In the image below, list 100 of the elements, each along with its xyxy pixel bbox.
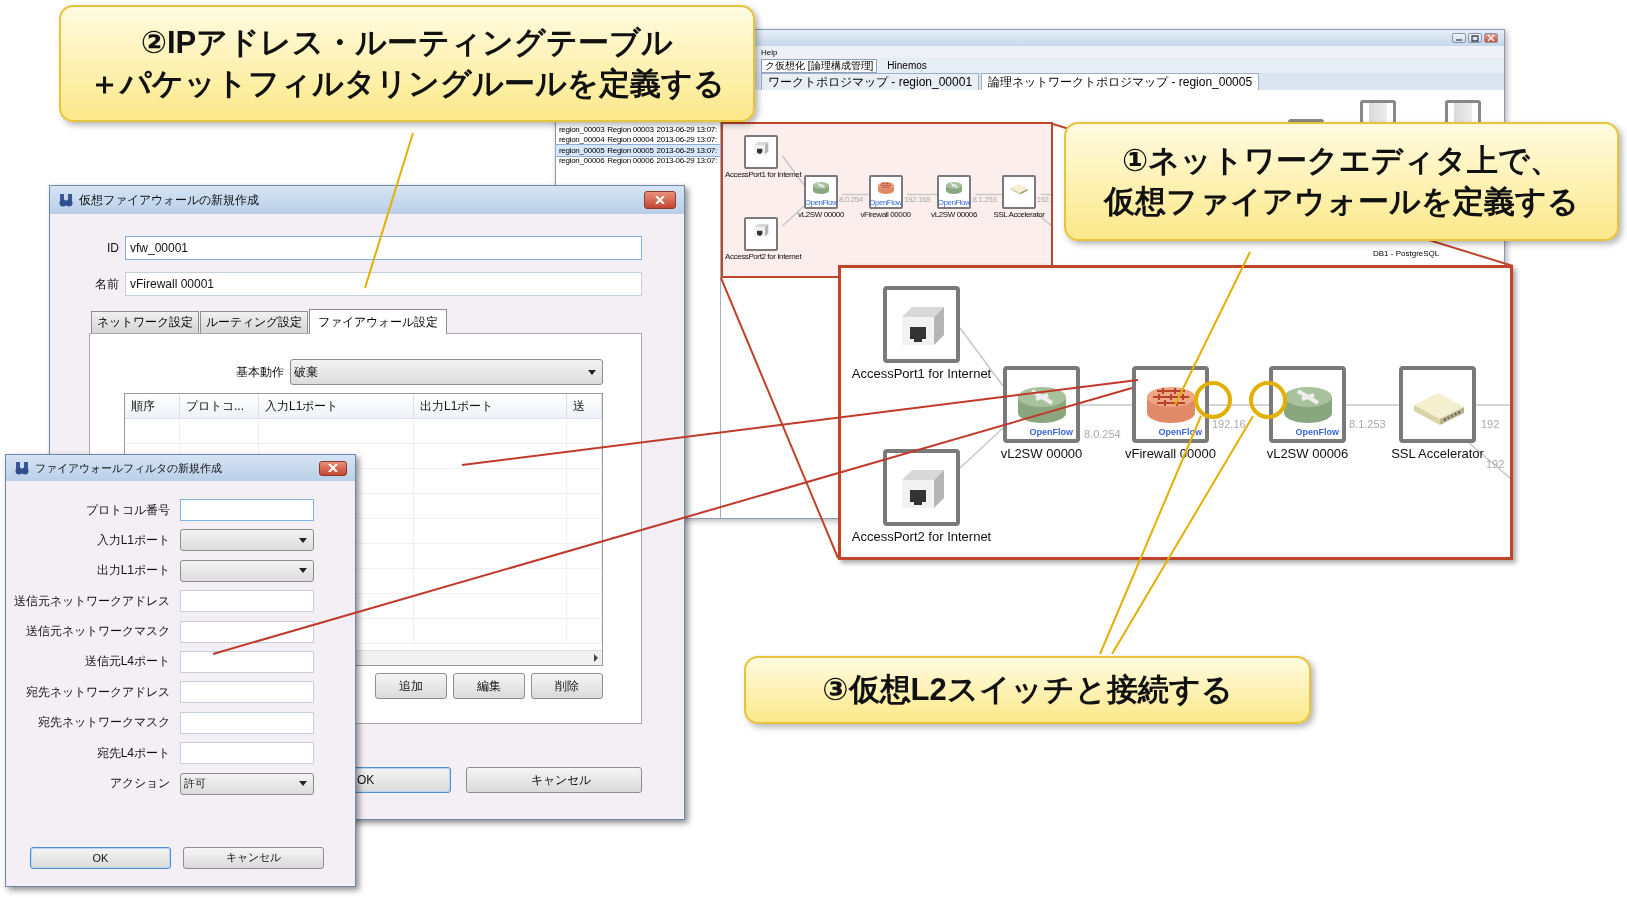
ip-address-label: 192.168 bbox=[904, 195, 931, 204]
dropdown[interactable] bbox=[180, 559, 314, 582]
table-cell: 2013-06-29 13:07: bbox=[656, 135, 717, 145]
field-label: ID bbox=[106, 241, 119, 255]
ip-address-label: 8.1.253 bbox=[972, 195, 997, 204]
editor-tab[interactable]: 論理ネットワークトポロジマップ - region_00005 bbox=[981, 73, 1260, 90]
cancel-button[interactable]: キャンセル bbox=[183, 846, 324, 869]
text-field[interactable] bbox=[180, 499, 314, 521]
field-label: 名前 bbox=[94, 275, 119, 293]
field-label: 送信元ネットワークアドレス bbox=[13, 592, 170, 610]
selected-table-row[interactable]: region_00005 Region 00005 2013-06-29 13:07: bbox=[556, 145, 720, 156]
dropdown[interactable] bbox=[180, 529, 314, 552]
column-header[interactable]: 送 bbox=[567, 394, 602, 419]
dropdown[interactable]: 破棄 bbox=[290, 359, 603, 385]
perspective-button[interactable]: ク仮想化 [論理構成管理] bbox=[761, 58, 878, 73]
table-action-button[interactable]: 追加 bbox=[375, 673, 447, 699]
caret-icon bbox=[588, 369, 596, 375]
table-cell: 2013-06-29 13:07: bbox=[656, 145, 717, 155]
field-label: アクション bbox=[109, 775, 170, 792]
caret-icon bbox=[299, 781, 307, 786]
field-label: 出力L1ポート bbox=[95, 562, 170, 580]
table-cell: Region 00003 bbox=[607, 124, 654, 134]
table-cell: Region 00004 bbox=[607, 135, 654, 145]
table-cell: Region 00005 bbox=[607, 145, 654, 155]
table-cell: region_00006 bbox=[559, 156, 605, 166]
close-icon bbox=[1486, 34, 1496, 42]
text-field[interactable] bbox=[180, 681, 314, 704]
tab[interactable]: ルーティング設定 bbox=[200, 311, 308, 333]
table-action-button[interactable]: 削除 bbox=[531, 673, 603, 699]
maximize-icon bbox=[1470, 34, 1480, 42]
close-button[interactable] bbox=[644, 191, 676, 209]
field-label: 宛先ネットワークマスク bbox=[37, 714, 170, 732]
binoculars-icon bbox=[58, 193, 74, 207]
minimize-button[interactable] bbox=[1452, 33, 1466, 43]
table-cell: region_00005 bbox=[559, 145, 605, 155]
column-header[interactable]: 入力L1ポート bbox=[259, 394, 414, 419]
ip-address-label: 192.16 bbox=[1212, 418, 1246, 430]
node-label: AccessPort2 for Internet bbox=[850, 529, 993, 544]
caret-icon bbox=[299, 568, 307, 574]
close-icon bbox=[328, 464, 338, 472]
table-row[interactable]: region_00004 Region 00004 2013-06-29 13:07: bbox=[556, 134, 720, 145]
text-field[interactable]: vFirewall 00001 bbox=[125, 272, 642, 296]
dialog-title: ファイアウォールフィルタの新規作成 bbox=[35, 460, 223, 476]
binoculars-icon bbox=[14, 461, 30, 475]
field-label: 送信元ネットワークマスク bbox=[25, 623, 170, 641]
field-label: 宛先L4ポート bbox=[95, 744, 170, 762]
table-row[interactable]: region_00006 Region 00006 2013-06-29 13:07: bbox=[556, 155, 720, 166]
text-field[interactable]: vfw_00001 bbox=[125, 236, 642, 260]
editor-tab[interactable]: ワークトポロジマップ - region_00001 bbox=[761, 73, 980, 90]
openflow-label: OpenFlow bbox=[1295, 427, 1339, 437]
text-field[interactable] bbox=[180, 742, 314, 765]
table-cell: region_00004 bbox=[559, 135, 605, 145]
highlight-circle bbox=[1194, 381, 1232, 419]
column-header[interactable]: 順序 bbox=[125, 394, 180, 419]
node-label: DB1 - PostgreSQL bbox=[1373, 249, 1440, 258]
cancel-button[interactable]: キャンセル bbox=[466, 767, 642, 793]
callout-text: ③仮想L2スイッチと接続する bbox=[822, 670, 1233, 709]
connection-line bbox=[974, 193, 1003, 196]
close-icon bbox=[655, 196, 665, 204]
ok-button[interactable]: OK bbox=[30, 846, 171, 869]
node-label: vL2SW 00006 bbox=[931, 210, 977, 219]
perspective-button[interactable]: Hinemos bbox=[883, 58, 931, 73]
table-cell: region_00003 bbox=[559, 124, 605, 134]
callout-text: ②IPアドレス・ルーティングテーブル ＋パケットフィルタリングルールを定義する bbox=[89, 24, 725, 103]
table-row[interactable]: region_00003 Region 00003 2013-06-29 13:07: bbox=[556, 124, 720, 135]
column-header[interactable]: 出力L1ポート bbox=[414, 394, 567, 419]
ip-address-label: 8.0.254 bbox=[1084, 428, 1121, 440]
menu-item[interactable]: Help bbox=[761, 47, 778, 57]
table-cell: Region 00006 bbox=[607, 156, 654, 166]
field-label: 基本動作 bbox=[236, 363, 284, 381]
tab[interactable]: ファイアウォール設定 bbox=[309, 309, 447, 334]
scroll-arrow-icon bbox=[594, 654, 598, 662]
connection-line bbox=[1208, 404, 1270, 406]
node-label: vL2SW 00000 bbox=[798, 210, 844, 219]
node-label: SSL Accelerator bbox=[1390, 446, 1485, 461]
table-action-button[interactable]: 編集 bbox=[453, 673, 525, 699]
connection-line bbox=[1475, 404, 1510, 406]
connection-line bbox=[841, 193, 870, 196]
node-label: AccessPort1 for Internet bbox=[850, 366, 993, 381]
field-label: 入力L1ポート bbox=[95, 531, 170, 549]
text-field[interactable] bbox=[180, 620, 314, 643]
callout-text: ①ネットワークエディタ上で、 仮想ファイアウォールを定義する bbox=[1104, 142, 1579, 221]
dropdown[interactable]: 許可 bbox=[180, 772, 314, 795]
close-button[interactable] bbox=[319, 460, 347, 476]
text-field[interactable] bbox=[180, 590, 314, 613]
column-header[interactable]: プロトコ... bbox=[180, 394, 259, 419]
text-field[interactable] bbox=[180, 711, 314, 734]
tab[interactable]: ネットワーク設定 bbox=[91, 311, 199, 333]
ip-address-label: 192 bbox=[1481, 418, 1500, 430]
text-field[interactable] bbox=[180, 650, 314, 673]
field-label: プロトコル番号 bbox=[85, 501, 170, 519]
openflow-label: OpenFlow bbox=[1029, 427, 1073, 437]
node-label: AccessPort1 for Internet bbox=[725, 170, 802, 179]
connection-line bbox=[1345, 404, 1400, 406]
node-label: AccessPort2 for Internet bbox=[725, 251, 802, 261]
connection-line bbox=[906, 193, 938, 196]
node-label: vFirewall 00000 bbox=[860, 210, 911, 219]
close-button[interactable] bbox=[1484, 33, 1498, 43]
maximize-button[interactable] bbox=[1468, 33, 1482, 43]
caret-icon bbox=[299, 537, 307, 543]
